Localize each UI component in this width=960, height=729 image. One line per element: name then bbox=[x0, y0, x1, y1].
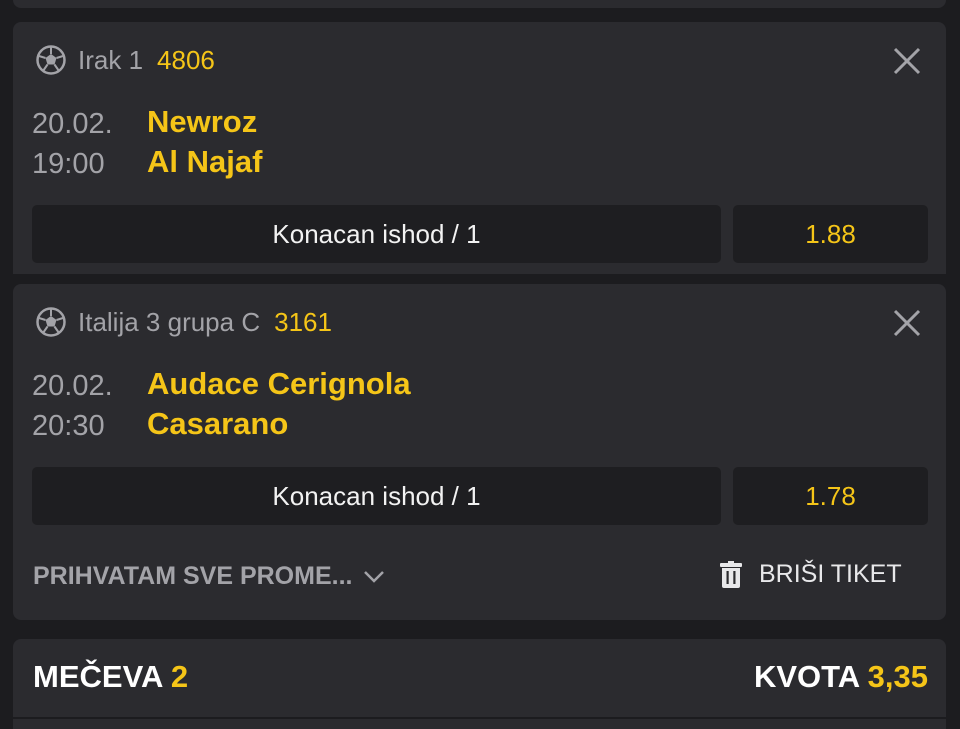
away-team: Casarano bbox=[147, 406, 289, 441]
odd-button[interactable]: 1.78 bbox=[733, 467, 928, 525]
league-name: Irak 1 bbox=[78, 44, 144, 75]
chevron-down-icon bbox=[362, 565, 386, 589]
slip-summary: MEČEVA 2 KVOTA 3,35 bbox=[13, 639, 946, 729]
trash-icon bbox=[719, 560, 743, 589]
away-team: Al Najaf bbox=[147, 144, 263, 179]
match-teams: Audace Cerignola Casarano bbox=[147, 364, 411, 444]
betting-slip: Irak 1 4806 20.02. 19:00 Newroz Al Najaf… bbox=[0, 0, 960, 729]
matches-count-value: 2 bbox=[170, 659, 189, 694]
match-teams: Newroz Al Najaf bbox=[147, 102, 262, 182]
accept-changes-dropdown[interactable]: PRIHVATAM SVE PROME... bbox=[33, 562, 386, 591]
matches-label: MEČEVA bbox=[33, 659, 163, 694]
remove-match-button[interactable] bbox=[892, 308, 922, 338]
remove-match-button[interactable] bbox=[892, 46, 922, 76]
close-icon bbox=[893, 309, 921, 337]
matches-count: MEČEVA 2 bbox=[33, 659, 188, 695]
match-datetime: 20.02. 19:00 bbox=[32, 104, 113, 184]
home-team: Newroz bbox=[147, 104, 258, 139]
match-code: 3161 bbox=[274, 306, 332, 337]
match-time: 20:30 bbox=[32, 410, 105, 442]
match-card: Italija 3 grupa C 3161 20.02. 20:30 Auda… bbox=[13, 284, 946, 534]
match-datetime: 20.02. 20:30 bbox=[32, 366, 113, 446]
home-team: Audace Cerignola bbox=[147, 366, 411, 401]
total-odd-label: KVOTA bbox=[753, 659, 860, 694]
odd-button[interactable]: 1.88 bbox=[733, 205, 928, 263]
soccer-ball-icon bbox=[35, 44, 67, 76]
match-code: 4806 bbox=[157, 44, 215, 75]
match-date: 20.02. bbox=[32, 108, 113, 140]
divider bbox=[13, 717, 946, 719]
league-name: Italija 3 grupa C bbox=[78, 306, 261, 337]
league-row: Irak 1 4806 bbox=[35, 44, 215, 76]
delete-ticket-label: BRIŠI TIKET bbox=[759, 560, 902, 588]
total-odd-value: 3,35 bbox=[867, 659, 928, 694]
close-icon bbox=[893, 47, 921, 75]
delete-ticket-button[interactable]: BRIŠI TIKET bbox=[719, 560, 902, 589]
league-row: Italija 3 grupa C 3161 bbox=[35, 306, 332, 338]
match-time: 19:00 bbox=[32, 148, 105, 180]
previous-card-edge bbox=[13, 0, 946, 8]
slip-actions: PRIHVATAM SVE PROME... BRIŠI TIKET bbox=[13, 534, 946, 620]
match-card: Irak 1 4806 20.02. 19:00 Newroz Al Najaf… bbox=[13, 22, 946, 274]
accept-changes-label: PRIHVATAM SVE PROME... bbox=[33, 562, 353, 590]
bet-type-button[interactable]: Konacan ishod / 1 bbox=[32, 467, 721, 525]
bet-type-button[interactable]: Konacan ishod / 1 bbox=[32, 205, 721, 263]
soccer-ball-icon bbox=[35, 306, 67, 338]
total-odd: KVOTA 3,35 bbox=[754, 659, 928, 695]
match-date: 20.02. bbox=[32, 370, 113, 402]
